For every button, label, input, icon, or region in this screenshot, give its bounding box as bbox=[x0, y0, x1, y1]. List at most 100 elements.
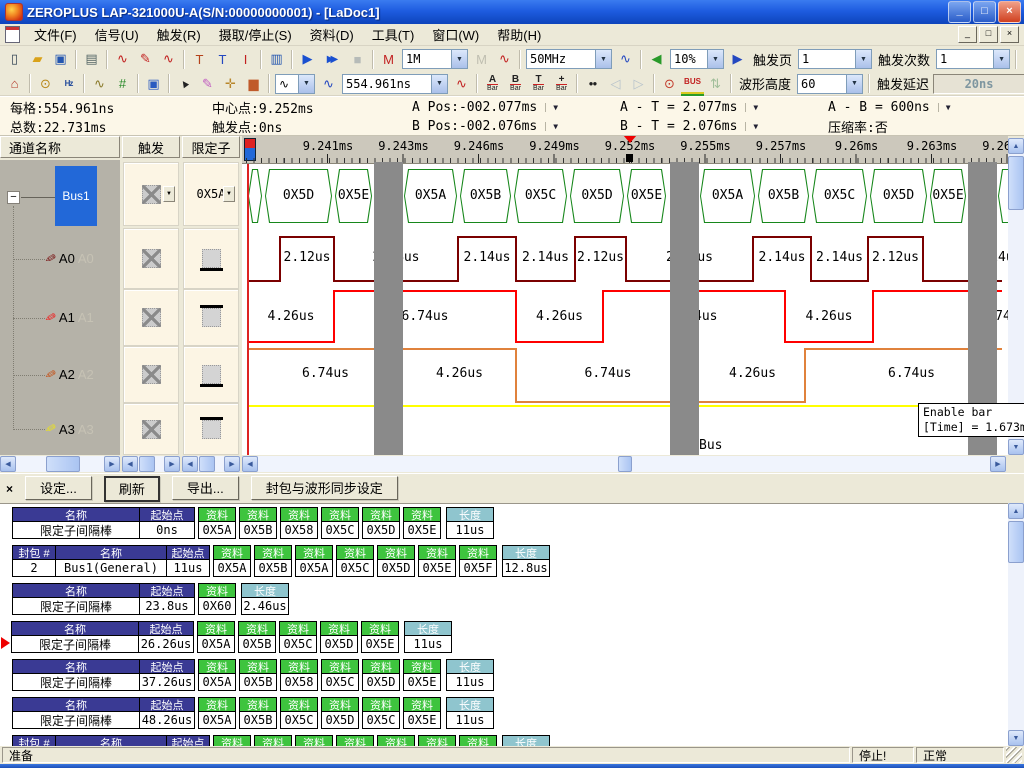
packet-table-0[interactable]: 名称限定子间隔棒起始点0ns资料0X5A资料0X5B资料0X58资料0X5C资料… bbox=[12, 507, 1024, 539]
info-a-pos-dropdown-icon[interactable]: ▼ bbox=[545, 103, 558, 112]
scroll-right-icon[interactable]: ▶ bbox=[990, 456, 1006, 472]
packet-button-0[interactable]: 设定... bbox=[25, 476, 92, 500]
run-icon[interactable]: ▶ bbox=[296, 49, 319, 70]
waveform-area[interactable]: 9.241ms9.243ms9.246ms9.249ms9.252ms9.255… bbox=[242, 136, 1008, 455]
wave-height-combo-dropdown-icon[interactable]: ▼ bbox=[846, 75, 862, 93]
bar-line[interactable] bbox=[247, 164, 249, 455]
bus-config-icon[interactable]: BUS bbox=[681, 71, 704, 96]
frequency-combo[interactable]: 50MHz▼ bbox=[526, 49, 612, 69]
memory-depth-combo-dropdown-icon[interactable]: ▼ bbox=[451, 50, 467, 68]
packet-table-5[interactable]: 名称限定子间隔棒起始点48.26us资料0X5A资料0X5B资料0X5C资料0X… bbox=[12, 697, 1024, 729]
scroll-right-icon[interactable]: ▶ bbox=[224, 456, 240, 472]
column-header-channel[interactable]: 通道名称 bbox=[0, 136, 120, 158]
trigger-range-icon[interactable]: I bbox=[234, 49, 257, 70]
scroll-up-icon[interactable]: ▲ bbox=[1008, 503, 1024, 519]
trigger-marker-icon[interactable] bbox=[623, 136, 637, 150]
scroll-left-icon[interactable]: ◀ bbox=[0, 456, 16, 472]
menu-item-4[interactable]: 资料(D) bbox=[301, 24, 363, 45]
menu-item-6[interactable]: 窗口(W) bbox=[423, 24, 488, 45]
waveform-view-icon[interactable]: ∿ bbox=[88, 73, 111, 94]
trigger-page-combo-dropdown-icon[interactable]: ▼ bbox=[855, 50, 871, 68]
trigger-cell-a3[interactable] bbox=[123, 403, 179, 455]
collapse-toggle[interactable]: − bbox=[7, 191, 20, 204]
scroll-right-icon[interactable]: ▶ bbox=[104, 456, 120, 472]
close-button[interactable]: × bbox=[998, 1, 1021, 23]
new-document-icon[interactable]: ▯ bbox=[3, 49, 26, 70]
trigger-cell-a0[interactable] bbox=[123, 228, 179, 289]
wave-height-combo[interactable]: 60▼ bbox=[797, 74, 863, 94]
minimize-button[interactable]: _ bbox=[948, 1, 971, 23]
save-icon[interactable]: ▣ bbox=[49, 49, 72, 70]
bus-trigger-cell[interactable]: ▼ bbox=[123, 162, 179, 226]
column-header-qualifier[interactable]: 限定子 bbox=[182, 136, 240, 158]
display-ratio-combo[interactable]: 10%▼ bbox=[670, 49, 724, 69]
menu-item-7[interactable]: 帮助(H) bbox=[488, 24, 550, 45]
menu-item-1[interactable]: 信号(U) bbox=[86, 24, 148, 45]
repeat-run-icon[interactable]: ▶▶ bbox=[319, 49, 346, 70]
open-file-icon[interactable]: ▰ bbox=[26, 49, 49, 70]
print-icon[interactable]: ▤ bbox=[80, 49, 103, 70]
channel-item-a2[interactable]: ✎A2A2 bbox=[45, 366, 94, 384]
packet-button-2[interactable]: 导出... bbox=[172, 476, 239, 500]
info-b-pos-dropdown-icon[interactable]: ▼ bbox=[545, 122, 558, 131]
info-b-minus-t-dropdown-icon[interactable]: ▼ bbox=[745, 122, 758, 131]
scrollbar-thumb[interactable] bbox=[46, 456, 80, 472]
scrollbar-thumb[interactable] bbox=[1008, 156, 1024, 210]
dropdown-icon[interactable]: ▼ bbox=[163, 186, 175, 202]
scroll-left-icon[interactable]: ◀ bbox=[182, 456, 198, 472]
sampling-clock-icon[interactable]: ⊙ bbox=[34, 73, 57, 94]
qualifier-cell-a0[interactable] bbox=[183, 228, 239, 289]
qualifier-cell-a3[interactable] bbox=[183, 403, 239, 455]
menu-item-5[interactable]: 工具(T) bbox=[363, 24, 424, 45]
trigger-content-icon[interactable]: T bbox=[211, 49, 234, 70]
horizontal-scrollbar-1[interactable]: ◀▶ bbox=[122, 456, 180, 472]
trigger-page-combo[interactable]: 1▼ bbox=[798, 49, 872, 69]
packet-panel-close-icon[interactable]: × bbox=[6, 483, 13, 495]
mdi-close-button[interactable]: × bbox=[1000, 26, 1019, 43]
trigger-properties-icon[interactable]: T bbox=[188, 49, 211, 70]
memory-depth-combo[interactable]: 1M▼ bbox=[402, 49, 468, 69]
info-a-minus-b-dropdown-icon[interactable]: ▼ bbox=[938, 103, 951, 112]
t-bar-icon[interactable]: TBar bbox=[527, 73, 550, 94]
packet-list-scrollbar[interactable]: ▲ ▼ bbox=[1008, 503, 1024, 746]
trigger-count-combo-dropdown-icon[interactable]: ▼ bbox=[993, 50, 1009, 68]
packet-table-3[interactable]: 名称限定子间隔棒起始点26.26us资料0X5A资料0X5B资料0X5C资料0X… bbox=[12, 621, 1024, 653]
trigger-edit-icon[interactable]: ✎ bbox=[134, 49, 157, 70]
scrollbar-thumb[interactable] bbox=[618, 456, 632, 472]
sampling-setup-icon[interactable]: ∿ bbox=[111, 49, 134, 70]
mdi-restore-button[interactable]: □ bbox=[979, 26, 998, 43]
waveform-mode-combo-dropdown-icon[interactable]: ▼ bbox=[298, 75, 314, 93]
bus-name-block[interactable]: Bus1 bbox=[55, 166, 97, 226]
waveform-mode-combo[interactable]: ∿▼ bbox=[275, 74, 315, 94]
a-bar-icon[interactable]: ABar bbox=[481, 73, 504, 94]
packet-table-2[interactable]: 名称限定子间隔棒起始点23.8us资料0X60长度2.46us bbox=[12, 583, 1024, 615]
packet-button-3[interactable]: 封包与波形同步设定 bbox=[251, 476, 398, 500]
bus-qualifier-cell[interactable]: 0X5A▼ bbox=[183, 162, 239, 226]
time-division-combo-dropdown-icon[interactable]: ▼ bbox=[431, 75, 447, 93]
resize-grip[interactable] bbox=[1006, 747, 1022, 763]
time-division-combo[interactable]: 554.961ns▼ bbox=[342, 74, 448, 94]
qualifier-cell-a1[interactable] bbox=[183, 289, 239, 346]
sampling-position-icon[interactable]: ∿ bbox=[317, 73, 340, 94]
channel-item-a3[interactable]: ✎A3A3 bbox=[45, 420, 94, 438]
column-header-trigger[interactable]: 触发 bbox=[122, 136, 180, 158]
channel-item-a1[interactable]: ✎A1A1 bbox=[45, 309, 94, 327]
scrollbar-thumb[interactable] bbox=[139, 456, 155, 472]
layout-icon[interactable]: ▣ bbox=[142, 73, 165, 94]
refresh-clock-icon[interactable]: ⊙ bbox=[658, 73, 681, 94]
qualifier-cell-a2[interactable] bbox=[183, 346, 239, 403]
menu-item-2[interactable]: 触发(R) bbox=[148, 24, 210, 45]
packet-table-4[interactable]: 名称限定子间隔棒起始点37.26us资料0X5A资料0X5B资料0X58资料0X… bbox=[12, 659, 1024, 691]
home-icon[interactable]: ⌂ bbox=[3, 73, 26, 94]
trigger-count-combo[interactable]: 1▼ bbox=[936, 49, 1010, 69]
mdi-minimize-button[interactable]: _ bbox=[958, 26, 977, 43]
scroll-right-icon[interactable]: ▶ bbox=[164, 456, 180, 472]
listing-view-icon[interactable]: # bbox=[111, 73, 134, 94]
horizontal-scrollbar-0[interactable]: ◀▶ bbox=[0, 456, 120, 472]
packet-table-6[interactable]: 封包 #名称起始点资料资料资料资料资料资料资料长度 bbox=[12, 735, 1024, 746]
maximize-button[interactable]: □ bbox=[973, 1, 996, 23]
dropdown-icon[interactable]: ▼ bbox=[223, 186, 235, 202]
memory-depth-icon[interactable]: M bbox=[377, 49, 400, 70]
fit-view-icon[interactable]: ◀ bbox=[645, 49, 668, 70]
find-icon[interactable]: ●● bbox=[581, 73, 604, 94]
